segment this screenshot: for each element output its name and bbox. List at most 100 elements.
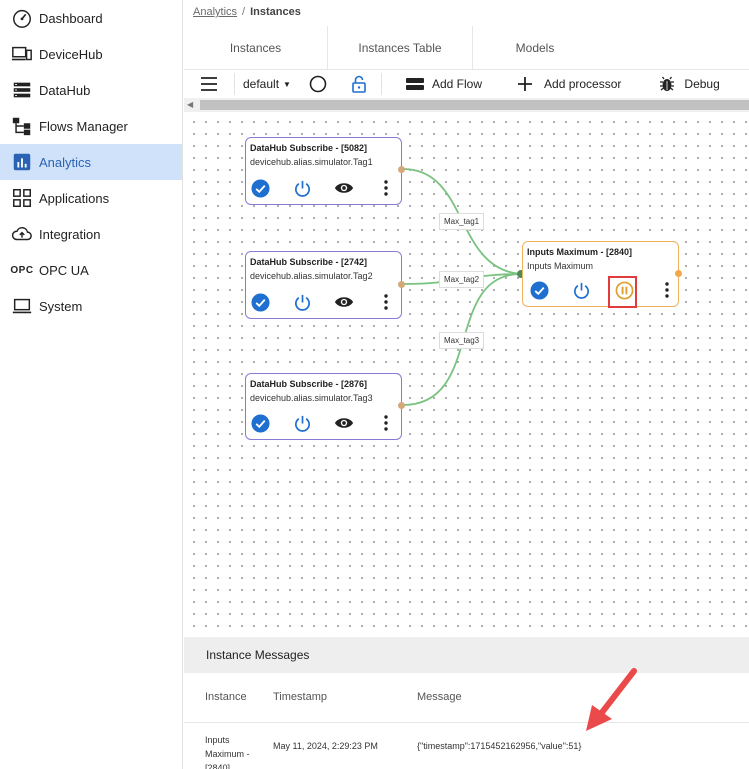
power-icon[interactable] <box>292 292 312 312</box>
node-title: DataHub Subscribe - [2876] <box>250 379 368 389</box>
circle-icon <box>309 75 327 93</box>
toolbar-divider <box>381 73 382 95</box>
processor-node-datahub-subscribe-2742[interactable]: DataHub Subscribe - [2742] devicehub.ali… <box>245 251 405 319</box>
scroll-left-icon[interactable]: ◀ <box>187 100 193 109</box>
table-row[interactable]: Inputs Maximum - [2840] May 11, 2024, 2:… <box>184 723 749 769</box>
check-circle-icon[interactable] <box>529 280 549 300</box>
power-icon[interactable] <box>571 280 591 300</box>
column-instance: Instance <box>205 691 247 703</box>
tab-bar: Instances Instances Table Models <box>184 26 749 70</box>
sidebar-item-devicehub[interactable]: DeviceHub <box>0 36 182 72</box>
tab-instances[interactable]: Instances <box>184 26 327 69</box>
sidebar-item-integration[interactable]: Integration <box>0 216 182 252</box>
caret-down-icon: ▼ <box>283 79 291 89</box>
breadcrumb-separator: / <box>242 6 246 18</box>
add-processor-label: Add processor <box>544 77 622 91</box>
node-actions <box>250 292 395 312</box>
output-port[interactable] <box>398 402 405 409</box>
edge-label-max-tag3[interactable]: Max_tag3 <box>439 332 485 349</box>
more-vert-icon[interactable] <box>657 280 677 300</box>
toolbar: default ▼ Add Flow Add processor Debug <box>184 70 749 98</box>
flows-icon <box>10 114 34 138</box>
node-subtitle: devicehub.alias.simulator.Tag1 <box>250 157 373 167</box>
debug-button[interactable]: Debug <box>659 70 720 98</box>
more-vert-icon[interactable] <box>376 413 396 433</box>
sidebar-item-label: DeviceHub <box>39 46 103 62</box>
plus-icon <box>518 77 533 91</box>
laptop-icon <box>10 294 34 318</box>
sidebar-item-label: OPC UA <box>39 262 89 278</box>
sidebar-item-datahub[interactable]: DataHub <box>0 72 182 108</box>
edge-label-max-tag2[interactable]: Max_tag2 <box>439 271 485 288</box>
sidebar-item-flows-manager[interactable]: Flows Manager <box>0 108 182 144</box>
processor-node-datahub-subscribe-2876[interactable]: DataHub Subscribe - [2876] devicehub.ali… <box>245 373 405 440</box>
output-port[interactable] <box>398 281 405 288</box>
node-title: Inputs Maximum - [2840] <box>527 247 633 257</box>
sidebar-item-label: Applications <box>39 190 110 206</box>
highlight-box <box>608 276 637 308</box>
sidebar-item-opc-ua[interactable]: OPC OPC UA <box>0 252 182 288</box>
add-processor-button[interactable]: Add processor <box>518 70 621 98</box>
scrollbar-thumb[interactable] <box>200 100 749 110</box>
add-flow-label: Add Flow <box>432 77 483 91</box>
processor-node-inputs-maximum-2840[interactable]: Inputs Maximum - [2840] Inputs Maximum <box>522 241 682 307</box>
node-actions <box>250 178 395 198</box>
node-title: DataHub Subscribe - [2742] <box>250 257 368 267</box>
lock-button[interactable] <box>337 70 381 98</box>
sidebar-item-label: Analytics <box>39 154 92 170</box>
check-circle-icon[interactable] <box>250 178 270 198</box>
annotation-arrow <box>586 668 637 731</box>
check-circle-icon[interactable] <box>250 413 270 433</box>
breadcrumb-current: Instances <box>250 6 301 18</box>
main-panel: Analytics / Instances Instances Instances … <box>184 0 749 769</box>
more-vert-icon[interactable] <box>376 292 396 312</box>
sidebar-item-applications[interactable]: Applications <box>0 180 182 216</box>
output-port[interactable] <box>398 166 405 173</box>
node-title: DataHub Subscribe - [5082] <box>250 143 368 153</box>
breadcrumb-analytics-link[interactable]: Analytics <box>193 6 237 18</box>
status-circle-button[interactable] <box>307 70 329 98</box>
cell-instance: Inputs Maximum - [2840] <box>205 735 250 769</box>
check-circle-icon[interactable] <box>250 292 270 312</box>
eye-icon[interactable] <box>334 178 354 198</box>
sidebar-item-label: DataHub <box>39 82 91 98</box>
sidebar-item-system[interactable]: System <box>0 288 182 324</box>
node-actions <box>250 413 395 433</box>
add-flow-icon <box>406 78 424 90</box>
eye-icon[interactable] <box>334 292 354 312</box>
flow-select-value: default <box>243 77 280 91</box>
lock-open-icon <box>352 75 366 93</box>
node-subtitle: Inputs Maximum <box>527 261 594 271</box>
power-icon[interactable] <box>292 413 312 433</box>
cell-timestamp: May 11, 2024, 2:29:23 PM <box>273 741 378 751</box>
storage-icon <box>10 78 34 102</box>
output-port[interactable] <box>675 270 682 277</box>
sidebar-item-label: Dashboard <box>39 10 103 26</box>
sidebar-item-dashboard[interactable]: Dashboard <box>0 0 182 36</box>
tab-models[interactable]: Models <box>472 26 597 69</box>
power-icon[interactable] <box>292 178 312 198</box>
add-flow-button[interactable]: Add Flow <box>406 70 482 98</box>
more-vert-icon[interactable] <box>376 178 396 198</box>
sidebar: Dashboard DeviceHub DataHub Flows Manage… <box>0 0 183 769</box>
eye-icon[interactable] <box>334 413 354 433</box>
column-message: Message <box>417 691 462 703</box>
cell-message: {"timestamp":1715452162956,"value":51} <box>417 741 582 751</box>
analytics-icon <box>10 150 34 174</box>
cloud-upload-icon <box>10 222 34 246</box>
edge-label-max-tag1[interactable]: Max_tag1 <box>439 213 485 230</box>
dashboard-icon <box>10 6 34 30</box>
menu-button[interactable] <box>184 70 234 98</box>
devices-icon <box>10 42 34 66</box>
menu-icon <box>201 77 217 91</box>
tab-instances-table[interactable]: Instances Table <box>327 26 472 69</box>
flow-select[interactable]: default ▼ <box>235 70 307 98</box>
flow-canvas[interactable]: Max_tag1 Max_tag2 Max_tag3 DataHub Subsc… <box>184 112 749 637</box>
processor-node-datahub-subscribe-5082[interactable]: DataHub Subscribe - [5082] devicehub.ali… <box>245 137 405 205</box>
column-timestamp: Timestamp <box>273 691 327 703</box>
instance-messages-header: Instance Messages <box>184 637 749 673</box>
sidebar-item-analytics[interactable]: Analytics <box>0 144 182 180</box>
node-subtitle: devicehub.alias.simulator.Tag2 <box>250 271 373 281</box>
horizontal-scrollbar[interactable]: ◀ <box>184 98 749 112</box>
bug-icon <box>660 76 675 91</box>
